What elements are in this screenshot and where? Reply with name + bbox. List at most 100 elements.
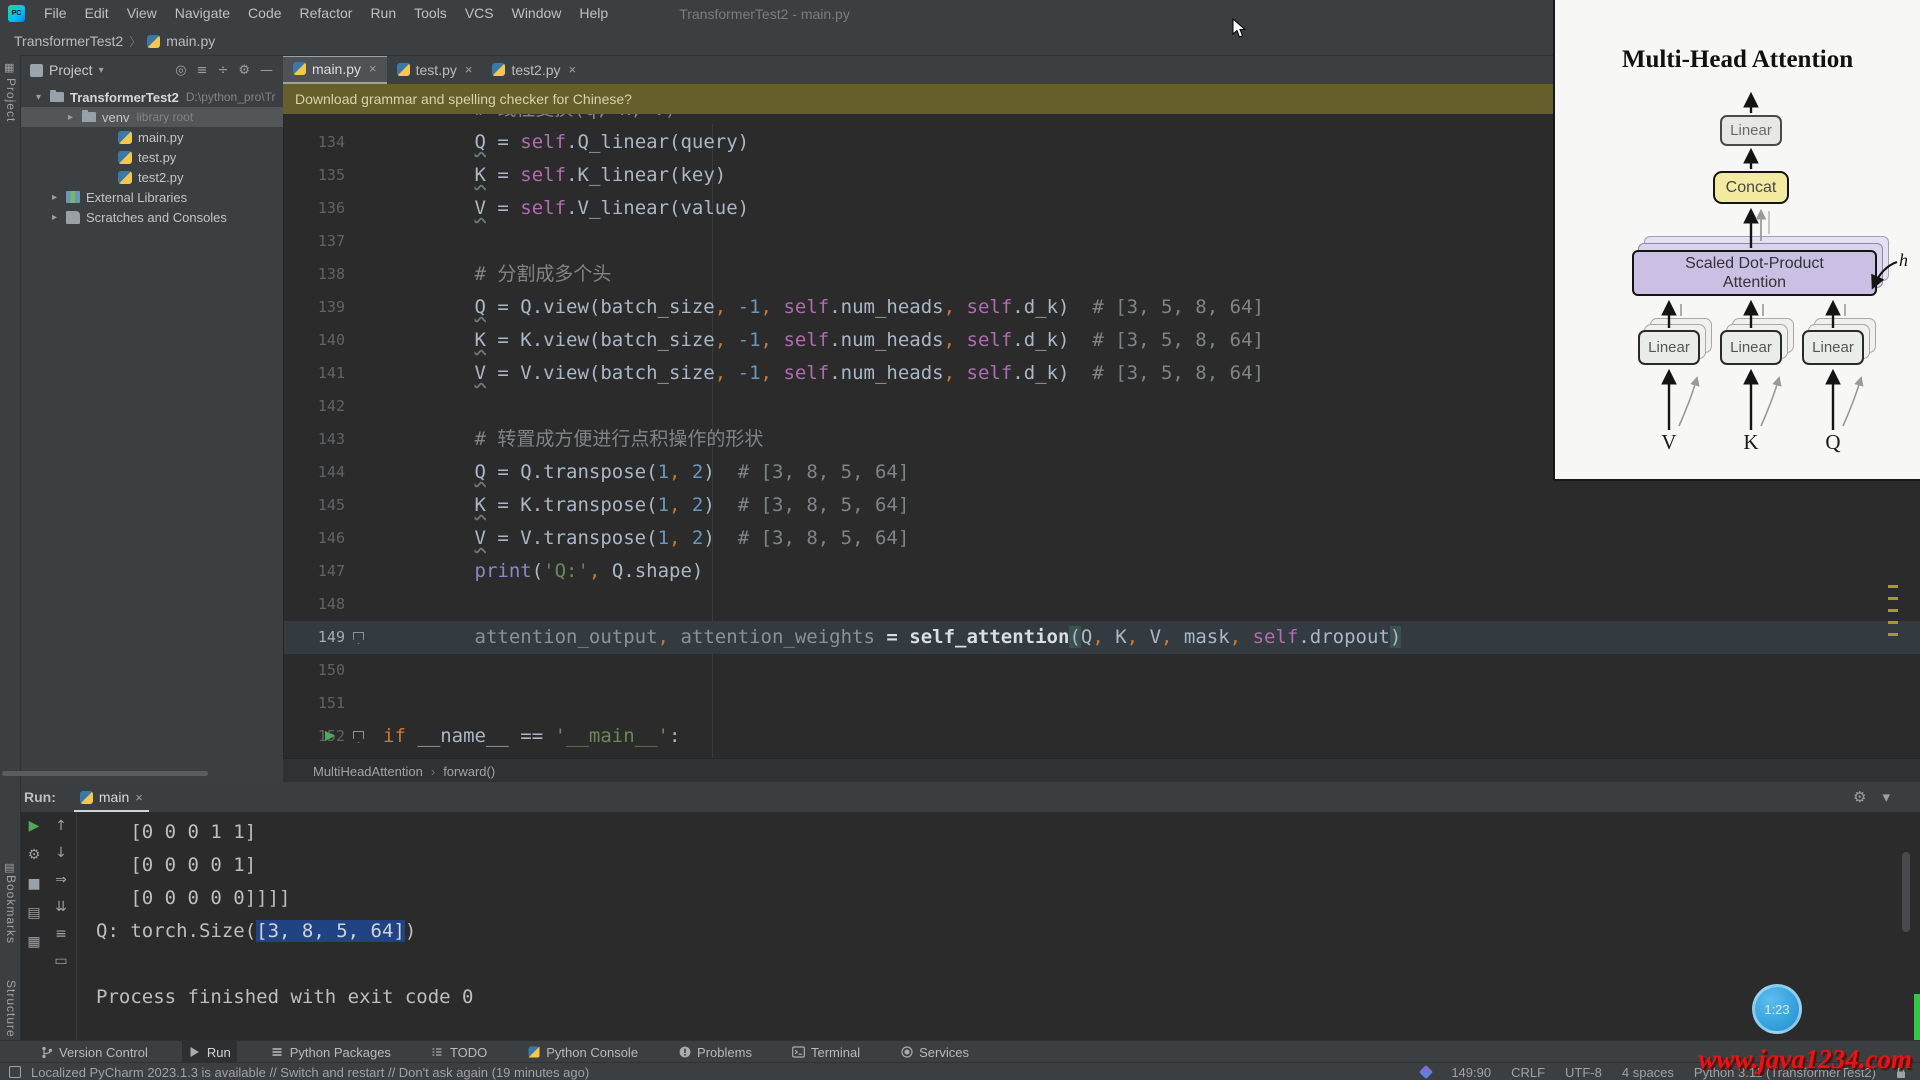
up-stack-icon[interactable]: ↑ — [55, 818, 67, 834]
chevron-icon[interactable]: ▸ — [52, 212, 66, 223]
breadcrumb-class[interactable]: MultiHeadAttention — [313, 764, 423, 779]
dump-threads-icon[interactable]: ▤ — [27, 905, 40, 921]
tree-item-external-libraries[interactable]: ▸External Libraries — [20, 187, 283, 207]
menu-run[interactable]: Run — [361, 0, 405, 27]
tab-test2-py[interactable]: test2.py× — [482, 55, 586, 84]
python-icon — [527, 1046, 540, 1059]
recording-badge[interactable]: 1:23 — [1752, 984, 1802, 1034]
error-stripe-mark[interactable] — [1888, 609, 1898, 612]
event-log-icon[interactable] — [9, 1066, 21, 1078]
tab-main-py[interactable]: main.py× — [283, 55, 387, 84]
run-tab-main[interactable]: main × — [74, 782, 149, 812]
menu-tools[interactable]: Tools — [405, 0, 456, 27]
menu-view[interactable]: View — [118, 0, 166, 27]
chevron-icon[interactable]: ▸ — [52, 192, 66, 203]
menu-vcs[interactable]: VCS — [456, 0, 503, 27]
status-message[interactable]: Localized PyCharm 2023.1.3 is available … — [31, 1065, 589, 1080]
line-separator[interactable]: CRLF — [1511, 1065, 1545, 1080]
tree-item-main-py[interactable]: main.py — [20, 127, 283, 147]
settings-icon[interactable]: ⚙ — [238, 63, 250, 78]
stack-icon — [271, 1046, 284, 1059]
line-number: 136 — [283, 192, 345, 225]
menu-navigate[interactable]: Navigate — [166, 0, 239, 27]
close-icon[interactable]: × — [465, 62, 473, 77]
gear-icon[interactable]: ⚙ — [1853, 788, 1866, 806]
tab-test-py[interactable]: test.py× — [387, 55, 483, 84]
toolwindow-services[interactable]: Services — [894, 1041, 975, 1063]
console-layout-icon[interactable]: ▦ — [27, 934, 40, 950]
toolwindow-version-control[interactable]: Version Control — [34, 1041, 154, 1063]
breadcrumb-file[interactable]: main.py — [166, 33, 215, 49]
hide-panel-icon[interactable]: ▾ — [1882, 788, 1890, 806]
project-panel-title[interactable]: Project — [49, 62, 93, 78]
code-line-146: 146 V = V.transpose(1, 2) # [3, 8, 5, 64… — [283, 522, 1920, 555]
collapse-all-icon[interactable]: ≡ — [197, 63, 208, 78]
toolwindow-todo[interactable]: TODO — [425, 1041, 493, 1063]
stripe-bookmarks-button[interactable]: Bookmarks — [4, 875, 18, 944]
hide-panel-icon[interactable]: — — [260, 63, 273, 78]
toolwindow-run[interactable]: Run — [182, 1041, 237, 1063]
error-stripe-mark[interactable] — [1888, 585, 1898, 588]
pycharm-logo-icon[interactable]: PC — [8, 5, 25, 22]
code-text: K = K.view(batch_size, -1, self.num_head… — [383, 324, 1264, 357]
toolwindow-problems[interactable]: Problems — [672, 1041, 758, 1063]
run-settings-icon[interactable]: ⚙ — [28, 847, 41, 863]
error-stripe-mark[interactable] — [1888, 597, 1898, 600]
error-stripe-mark[interactable] — [1888, 633, 1898, 636]
run-label: Run: — [24, 789, 56, 805]
close-icon[interactable]: × — [369, 61, 377, 76]
stop-icon[interactable]: ■ — [27, 876, 40, 892]
file-encoding[interactable]: UTF-8 — [1565, 1065, 1602, 1080]
tree-label: TransformerTest2 — [70, 90, 179, 105]
project-stripe-icon[interactable]: ▦ — [4, 61, 16, 74]
run-line-icon[interactable] — [325, 731, 335, 741]
expand-collapse-icon[interactable]: ÷ — [217, 63, 228, 78]
toolwindow-python-console[interactable]: Python Console — [521, 1041, 644, 1063]
menu-edit[interactable]: Edit — [76, 0, 118, 27]
console-scrollbar[interactable] — [1902, 852, 1910, 932]
clear-icon[interactable]: ▭ — [54, 953, 67, 969]
rerun-icon[interactable]: ▶ — [29, 818, 40, 834]
caret-position[interactable]: 149:90 — [1451, 1065, 1491, 1080]
gutter: 145 — [283, 489, 383, 522]
stripe-structure-button[interactable]: Structure — [4, 980, 18, 1038]
close-icon[interactable]: × — [135, 790, 143, 805]
tree-item-venv[interactable]: ▸venvlibrary root — [20, 107, 283, 127]
folder-icon — [50, 92, 64, 102]
close-icon[interactable]: × — [569, 62, 577, 77]
chevron-down-icon[interactable]: ▾ — [99, 65, 104, 76]
scroll-to-end-icon[interactable]: ⇊ — [55, 899, 67, 915]
notification-banner[interactable]: Download grammar and spelling checker fo… — [283, 84, 1553, 114]
stripe-project-button[interactable]: Project — [4, 78, 18, 122]
code-line-149: 149 attention_output, attention_weights … — [283, 621, 1920, 654]
toolwindow-terminal[interactable]: Terminal — [786, 1041, 866, 1063]
breadcrumb-method[interactable]: forward() — [443, 764, 495, 779]
menu-help[interactable]: Help — [570, 0, 617, 27]
menu-window[interactable]: Window — [503, 0, 571, 27]
toolwindow-label: Python Packages — [290, 1045, 391, 1060]
toolwindow-label: Python Console — [546, 1045, 638, 1060]
tree-item-test2-py[interactable]: test2.py — [20, 167, 283, 187]
chevron-icon[interactable]: ▸ — [68, 112, 82, 123]
locate-icon[interactable]: ◎ — [175, 63, 186, 78]
chevron-icon[interactable]: ▾ — [36, 92, 50, 103]
tree-item-transformertest2[interactable]: ▾TransformerTest2D:\python_pro\Tr — [20, 87, 283, 107]
run-console-output[interactable]: [0 0 0 1 1] [0 0 0 0 1] [0 0 0 0 0]]]]Q:… — [96, 816, 474, 1014]
soft-wrap-icon[interactable]: ⇒ — [55, 872, 67, 888]
toolwindow-python-packages[interactable]: Python Packages — [265, 1041, 397, 1063]
heads-count-label: h — [1899, 250, 1908, 271]
tree-item-test-py[interactable]: test.py — [20, 147, 283, 167]
indent-setting[interactable]: 4 spaces — [1622, 1065, 1674, 1080]
project-toolbar: ◎ ≡ ÷ ⚙ — — [175, 63, 283, 78]
bookmarks-stripe-icon[interactable]: ▤ — [4, 861, 16, 874]
menu-file[interactable]: File — [35, 0, 76, 27]
menu-refactor[interactable]: Refactor — [291, 0, 362, 27]
menu-code[interactable]: Code — [239, 0, 290, 27]
tree-item-scratches-and-consoles[interactable]: ▸Scratches and Consoles — [20, 207, 283, 227]
updates-icon[interactable] — [1419, 1065, 1433, 1079]
down-stack-icon[interactable]: ↓ — [55, 845, 67, 861]
breadcrumb-project[interactable]: TransformerTest2 — [14, 33, 123, 49]
print-icon[interactable]: ≡ — [55, 926, 67, 942]
error-stripe-mark[interactable] — [1888, 621, 1898, 624]
project-hscrollbar[interactable] — [2, 771, 208, 776]
